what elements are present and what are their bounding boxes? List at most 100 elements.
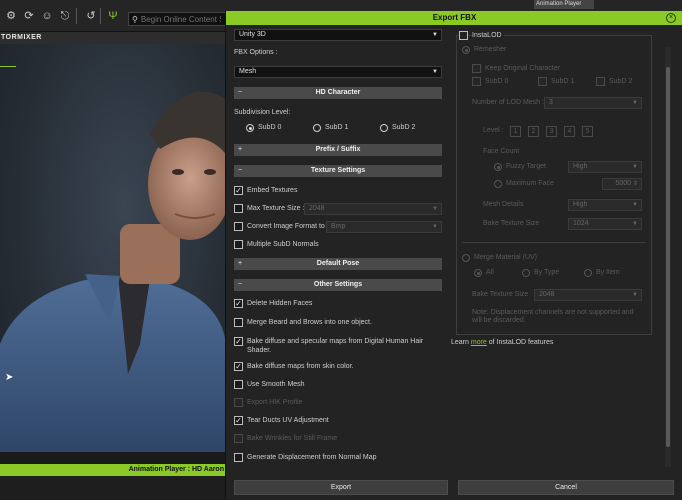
target-select[interactable]: Unity 3D ▼ xyxy=(234,29,442,41)
remesher-radio[interactable] xyxy=(462,46,470,54)
filter-icon[interactable]: Ψ xyxy=(106,9,120,23)
embed-textures-checkbox[interactable]: ✓ xyxy=(234,186,243,195)
face-count-label: Face Count xyxy=(483,148,520,155)
merge-beard-checkbox[interactable] xyxy=(234,318,243,327)
merge-by-type-label: By Type xyxy=(534,269,560,276)
refresh-icon[interactable]: ⟳ xyxy=(22,9,36,23)
level-label: Level : xyxy=(483,127,504,134)
mesh-details-select[interactable]: High ▼ xyxy=(568,199,642,211)
fuzzy-target-label: Fuzzy Target xyxy=(506,163,546,170)
level-4-button[interactable]: 4 xyxy=(564,126,575,137)
instalod-checkbox[interactable] xyxy=(459,31,468,40)
instalod-subd-0-label: SubD 0 xyxy=(485,78,509,85)
subd-1-label: SubD 1 xyxy=(325,124,349,131)
export-hik-profile-checkbox[interactable] xyxy=(234,398,243,407)
cancel-button[interactable]: Cancel xyxy=(458,480,674,495)
export-fbx-dialog: Export FBX × Unity 3D ▼ FBX Options : Me… xyxy=(225,11,682,500)
instalod-subd-0-checkbox[interactable] xyxy=(472,77,481,86)
level-5-button[interactable]: 5 xyxy=(582,126,593,137)
multiple-subd-normals-checkbox[interactable] xyxy=(234,240,243,249)
close-icon[interactable]: × xyxy=(666,13,676,23)
content-search-box[interactable]: ⚲ xyxy=(128,12,228,26)
convert-image-format-checkbox[interactable] xyxy=(234,222,243,231)
tear-ducts-label: Tear Ducts UV Adjustment xyxy=(247,417,329,424)
section-other-settings[interactable]: − Other Settings xyxy=(234,279,442,291)
mouse-cursor-icon: ➤ xyxy=(5,372,14,383)
lod-mesh-label: Number of LOD Mesh : xyxy=(472,99,544,106)
maximum-face-stepper[interactable]: 5000 ⇕ xyxy=(602,178,642,190)
learn-more-text: Learn more of InstaLOD features xyxy=(451,339,553,346)
mesh-details-value: High xyxy=(573,201,588,208)
level-3-button[interactable]: 3 xyxy=(546,126,557,137)
fuzzy-target-select[interactable]: High ▼ xyxy=(568,161,642,173)
fbx-options-select[interactable]: Mesh ▼ xyxy=(234,66,442,78)
level-1-button[interactable]: 1 xyxy=(510,126,521,137)
tear-ducts-checkbox[interactable]: ✓ xyxy=(234,416,243,425)
export-options-pane: Unity 3D ▼ FBX Options : Mesh ▼ − HD Cha… xyxy=(234,29,442,479)
mesh-details-label: Mesh Details xyxy=(483,201,524,208)
merge-material-radio[interactable] xyxy=(462,254,470,262)
use-smooth-mesh-checkbox[interactable] xyxy=(234,380,243,389)
subd-0-radio[interactable] xyxy=(246,124,254,132)
instalod-pane: InstaLOD Remesher Keep Original Characte… xyxy=(450,29,676,479)
bake-texture-size-select[interactable]: 1024 ▼ xyxy=(568,218,642,230)
collapse-icon: − xyxy=(238,281,243,288)
search-input[interactable] xyxy=(140,14,221,24)
instalod-subd-2-checkbox[interactable] xyxy=(596,77,605,86)
animation-player-tab[interactable]: Animation Player xyxy=(534,0,594,9)
gear-icon[interactable]: ⚙ xyxy=(4,9,18,23)
merge-material-label: Merge Material (UV) xyxy=(474,254,538,261)
bake-diffuse-specular-checkbox[interactable]: ✓ xyxy=(234,337,243,346)
subd-2-radio[interactable] xyxy=(380,124,388,132)
expand-icon: + xyxy=(238,146,243,153)
merge-all-label: All xyxy=(486,269,494,276)
multiple-subd-normals-label: Multiple SubD Normals xyxy=(247,241,319,248)
max-texture-size-checkbox[interactable] xyxy=(234,204,243,213)
fbx-options-value: Mesh xyxy=(239,68,257,75)
chevron-down-icon: ▼ xyxy=(432,32,438,38)
export-button[interactable]: Export xyxy=(234,480,448,495)
instalod-label: InstaLOD xyxy=(472,32,504,39)
generate-displacement-checkbox[interactable] xyxy=(234,453,243,462)
learn-prefix: Learn xyxy=(451,339,469,346)
section-texture-settings[interactable]: − Texture Settings xyxy=(234,165,442,177)
convert-image-format-select[interactable]: Bmp ▼ xyxy=(326,221,442,233)
collapse-icon: − xyxy=(238,167,243,174)
smiley-icon[interactable]: ☺ xyxy=(40,9,54,23)
lod-mesh-select[interactable]: 3 ▼ xyxy=(544,97,642,109)
instalod-subd-2-label: SubD 2 xyxy=(609,78,633,85)
maximum-face-radio[interactable] xyxy=(494,180,502,188)
merge-bake-texture-select[interactable]: 2048 ▼ xyxy=(534,289,642,301)
bake-diffuse-skin-checkbox[interactable]: ✓ xyxy=(234,362,243,371)
embed-textures-label: Embed Textures xyxy=(247,187,298,194)
subd-1-radio[interactable] xyxy=(313,124,321,132)
target-value: Unity 3D xyxy=(239,31,266,38)
level-2-button[interactable]: 2 xyxy=(528,126,539,137)
merge-all-radio[interactable] xyxy=(474,269,482,277)
bake-diffuse-specular-label: Bake diffuse and specular maps from Digi… xyxy=(247,338,424,354)
bake-wrinkles-checkbox[interactable] xyxy=(234,434,243,443)
history-icon[interactable]: ↺ xyxy=(84,9,98,23)
convert-format-value: Bmp xyxy=(331,223,346,230)
learn-more-link[interactable]: more xyxy=(471,339,487,346)
max-texture-size-select[interactable]: 2048 ▼ xyxy=(304,203,442,215)
merge-by-type-radio[interactable] xyxy=(522,269,530,277)
section-prefix-suffix[interactable]: + Prefix / Suffix xyxy=(234,144,442,156)
bake-diffuse-skin-label: Bake diffuse maps from skin color. xyxy=(247,363,354,370)
scrollbar-thumb[interactable] xyxy=(666,67,670,447)
share-icon[interactable]: ⎋ xyxy=(58,9,72,23)
merge-by-item-radio[interactable] xyxy=(584,269,592,277)
chevron-down-icon: ▼ xyxy=(632,202,638,208)
maximum-face-label: Maximum Face xyxy=(506,180,554,187)
keep-original-checkbox[interactable] xyxy=(472,64,481,73)
section-hd-character[interactable]: − HD Character xyxy=(234,87,442,99)
expand-icon: + xyxy=(238,260,243,267)
bottom-panel xyxy=(0,476,226,500)
instalod-subd-1-checkbox[interactable] xyxy=(538,77,547,86)
3d-viewport[interactable]: ➤ xyxy=(0,44,226,452)
section-default-pose[interactable]: + Default Pose xyxy=(234,258,442,270)
section-title: Default Pose xyxy=(316,260,360,267)
fuzzy-target-radio[interactable] xyxy=(494,163,502,171)
delete-hidden-faces-checkbox[interactable]: ✓ xyxy=(234,299,243,308)
keep-original-label: Keep Original Character xyxy=(485,65,561,72)
